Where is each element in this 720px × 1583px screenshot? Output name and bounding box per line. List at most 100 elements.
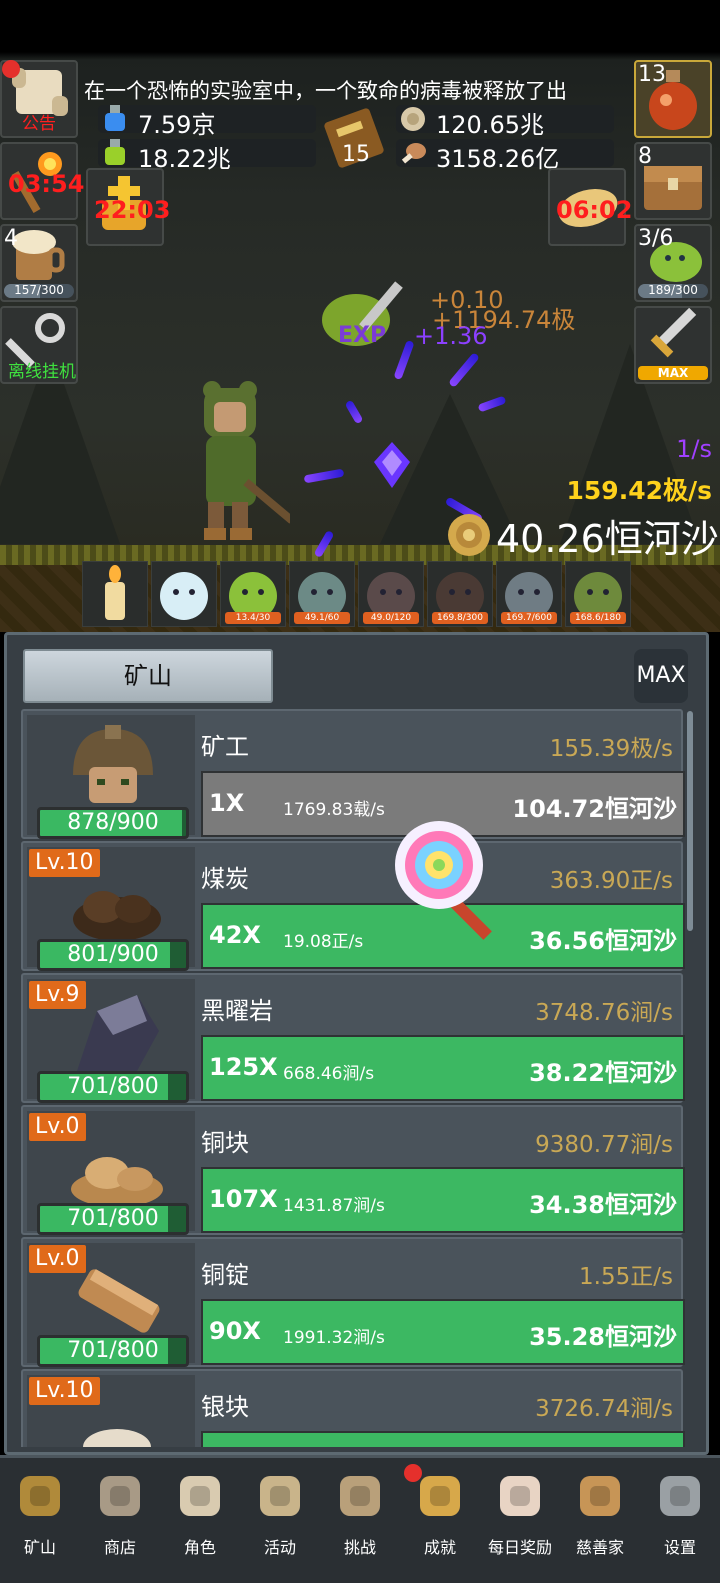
coin-icon [401,107,425,131]
copper-ingot-icon-area: Lv.0 701/800 [27,1243,195,1367]
egg-icon [160,572,208,620]
nav-label: 角色 [183,1538,216,1557]
potion-count: 13 [638,62,666,87]
upgrade-button[interactable] [201,1431,685,1447]
obsidian-hp-text: 701/800 [67,1074,159,1099]
nav-label: 设置 [663,1538,696,1557]
upgrade-value: 104.72恒河沙 [512,795,677,823]
inventory-slot[interactable]: 168.6/180 [565,561,631,627]
bread-icon [580,1476,620,1516]
nav-item-skull[interactable]: 角色 [160,1464,240,1574]
max-button[interactable]: MAX [634,649,688,703]
mug-button[interactable]: 4 157/300 [0,224,78,302]
nav-item-lantern[interactable]: 矿山 [0,1464,80,1574]
offline-idle-label: 离线挂机 [8,362,76,382]
chest-button[interactable]: 8 [634,142,712,220]
resource-rate: 363.90正/s [549,868,673,894]
mine-row-copper-ingot[interactable]: Lv.0 701/800 铜锭 1.55正/s 90X 1991.32涧/s 3… [21,1237,685,1367]
obsidian-icon-area: Lv.9 701/800 [27,979,195,1103]
multiplier: 42X [209,921,261,949]
nav-label: 成就 [423,1538,456,1557]
slot-progress: 169.8/300 [432,612,488,624]
slime-enemy-icon[interactable]: EXP [316,270,426,350]
torch-button[interactable]: 03:54 [0,142,84,220]
silver-nugget-icon-area: Lv.10 [27,1375,195,1447]
crystal-icon [374,442,410,488]
scrollbar[interactable] [687,711,693,931]
nav-item-shop-stone[interactable]: 商店 [80,1464,160,1574]
mine-row-coal[interactable]: Lv.10 801/900 煤炭 363.90正/s 42X 19.08正/s … [21,841,685,971]
mine-row-miner[interactable]: 878/900 矿工 155.39极/s 1X 1769.83载/s 104.7… [21,709,685,839]
miner-icon-area: 878/900 [27,715,195,839]
upgrade-cost: 19.08正/s [283,932,364,952]
multiplier: 125X [209,1053,278,1081]
torch-timer: 03:54 [8,170,85,198]
exp-rate: 1/s [676,435,712,463]
notice-label: 公告 [22,114,56,134]
candle-icon [105,565,125,620]
inventory-slot[interactable]: 49.1/60 [289,561,355,627]
inventory-slot[interactable] [82,561,148,627]
coal-icon-area: Lv.10 801/900 [27,847,195,971]
nav-label: 慈善家 [575,1538,624,1557]
cookie-button[interactable]: 06:02 [548,168,632,246]
sun-button[interactable]: 22:03 [86,168,170,246]
upgrade-value: 38.22恒河沙 [529,1059,677,1087]
lollipop-boost-icon[interactable] [387,815,521,945]
upgrade-button[interactable]: 125X 668.46涧/s 38.22恒河沙 [201,1035,685,1101]
slime-count: 3/6 [638,226,674,251]
inventory-slot[interactable]: 13.4/30 [220,561,286,627]
mine-row-obsidian[interactable]: Lv.9 701/800 黑曜岩 3748.76涧/s 125X 668.46涧… [21,973,685,1103]
resource-rate: 3748.76涧/s [535,1000,673,1026]
upgrade-button[interactable]: 107X 1431.87涧/s 34.38恒河沙 [201,1167,685,1233]
offline-idle-button[interactable]: 离线挂机 [0,306,78,384]
upgrade-cost: 1431.87涧/s [283,1196,385,1216]
inventory-slot[interactable] [151,561,217,627]
nav-label: 挑战 [343,1538,376,1557]
meat-value: 3158.26亿 [436,145,560,173]
gold-total: 40.26恒河沙 [496,517,719,561]
skull-icon [180,1476,220,1516]
nav-item-bread[interactable]: 慈善家 [560,1464,640,1574]
shop-stone-icon [100,1476,140,1516]
resource-rate: 9380.77涧/s [535,1132,673,1158]
mine-row-copper-nugget[interactable]: Lv.0 701/800 铜块 9380.77涧/s 107X 1431.87涧… [21,1105,685,1235]
announcement-text[interactable]: 在一个恐怖的实验室中，一个致命的病毒被释放了出 [84,75,630,105]
copper-nugget-hp-text: 701/800 [67,1206,159,1231]
level-badge: Lv.0 [29,1113,86,1141]
meat-icon [401,143,426,164]
upgrade-button[interactable]: 90X 1991.32涧/s 35.28恒河沙 [201,1299,685,1365]
multiplier: 1X [209,789,245,817]
nav-item-gear[interactable]: 设置 [640,1464,720,1574]
nav-item-envelope[interactable]: 每日奖励 [480,1464,560,1574]
battle-scene[interactable]: 在一个恐怖的实验室中，一个致命的病毒被释放了出 公告 03:54 4 157/3… [0,0,720,632]
coin-value: 120.65兆 [436,111,544,139]
inventory-slot[interactable]: 169.7/600 [496,561,562,627]
bottom-nav: 矿山 商店 角色 活动 挑战 成就 每日奖励 慈善家 设置 [0,1455,720,1583]
sword-max-label: MAX [638,366,708,380]
cookie-timer: 06:02 [556,196,633,224]
mine-row-silver-nugget[interactable]: Lv.10 银块 3726.74涧/s [21,1369,685,1447]
resource-name: 黑曜岩 [201,997,273,1025]
resource-name: 矿工 [201,733,249,761]
upgrade-cost: 668.46涧/s [283,1064,375,1084]
mine-tab[interactable]: 矿山 [23,649,273,703]
sun-timer: 22:03 [94,196,171,224]
copper-ingot-hp-text: 701/800 [67,1338,159,1363]
silver-nugget-icon [83,1429,151,1447]
magic-spark [448,352,480,388]
resource-name: 铜块 [201,1129,249,1157]
nav-item-map[interactable]: 挑战 [320,1464,400,1574]
sword-upgrade-button[interactable]: MAX [634,306,712,384]
inventory-slot[interactable]: 169.8/300 [427,561,493,627]
magic-spark [344,399,364,425]
nav-item-scroll[interactable]: 活动 [240,1464,320,1574]
slime-button[interactable]: 3/6 189/300 [634,224,712,302]
mug-progress-bar: 157/300 [4,284,74,298]
mine-list[interactable]: 878/900 矿工 155.39极/s 1X 1769.83载/s 104.7… [21,709,693,1447]
resource-rate: 1.55正/s [579,1264,673,1290]
potion-button[interactable]: 13 [634,60,712,138]
upgrade-cost: 1991.32涧/s [283,1328,385,1348]
hero-character[interactable] [190,378,290,548]
inventory-slot[interactable]: 49.0/120 [358,561,424,627]
